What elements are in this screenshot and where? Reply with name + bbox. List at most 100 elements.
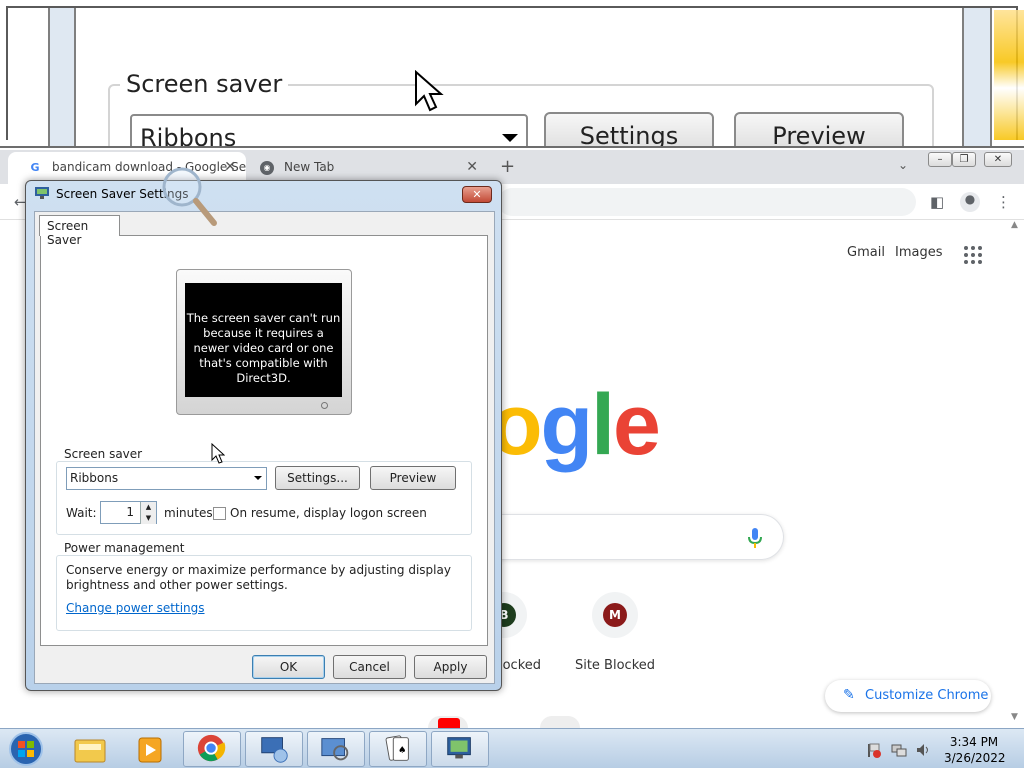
google-apps-icon[interactable] — [963, 245, 983, 265]
wait-value: 1 — [126, 505, 134, 519]
screensaver-preview-monitor: The screen saver can't run because it re… — [176, 269, 352, 415]
magnifier-window-edge-right — [962, 8, 992, 146]
side-panel-icon[interactable]: ◧ — [930, 193, 944, 211]
taskbar-magnifier-button[interactable] — [307, 731, 365, 767]
magnifier-group-label: Screen saver — [120, 70, 289, 98]
minimize-icon[interactable]: – — [928, 152, 952, 167]
magnifier-window-edge-left — [48, 8, 76, 146]
menu-kebab-icon[interactable]: ⋮ — [996, 193, 1011, 211]
cursor-arrow-icon — [415, 70, 444, 112]
google-favicon-icon: G — [30, 161, 40, 174]
taskbar-chrome-button[interactable] — [183, 731, 241, 767]
clock-time: 3:34 PM — [949, 735, 999, 749]
screensaver-group-label: Screen saver — [61, 447, 146, 461]
taskbar-explorer-button[interactable] — [60, 731, 118, 767]
close-icon[interactable]: ✕ — [466, 159, 478, 175]
screensaver-select[interactable]: Ribbons — [66, 467, 267, 490]
shortcut-tile[interactable]: M Site Blocked — [555, 592, 675, 673]
preview-button[interactable]: Preview — [370, 466, 456, 490]
new-tab-plus-icon[interactable]: + — [500, 156, 515, 177]
google-logo-letter: g — [540, 377, 594, 473]
cursor-arrow-icon — [211, 443, 225, 464]
customize-chrome-button[interactable]: ✎ Customize Chrome — [825, 680, 991, 712]
display-settings-icon — [447, 737, 471, 759]
windows-start-icon[interactable] — [4, 730, 48, 768]
google-search-box[interactable] — [470, 514, 784, 560]
settings-button[interactable]: Settings... — [275, 466, 360, 490]
svg-text:♠: ♠ — [398, 745, 406, 756]
google-logo: ogle — [490, 376, 661, 475]
address-bar[interactable] — [498, 188, 916, 216]
pencil-icon: ✎ — [843, 687, 855, 703]
magnifier-view: Screen saver Ribbons Settings Preview — [0, 0, 1024, 148]
customize-chrome-label: Customize Chrome — [865, 688, 989, 703]
taskbar-network-button[interactable] — [245, 731, 303, 767]
volume-icon[interactable] — [915, 742, 931, 758]
clock-date: 3/26/2022 — [944, 751, 1006, 765]
taskbar: ♠ 3:34 PM 3/26/2022 — [0, 728, 1024, 768]
screen-saver-settings-dialog: Screen Saver Settings ✕ Screen Saver The… — [25, 180, 502, 691]
magnifier-app-icon — [321, 738, 349, 761]
screensaver-select-value: Ribbons — [70, 471, 119, 485]
chrome-favicon-icon: ◉ — [260, 161, 274, 175]
magnifier-preview-button: Preview — [734, 112, 904, 146]
scroll-up-icon[interactable]: ▲ — [1011, 220, 1018, 230]
screensaver-preview-message: The screen saver can't run because it re… — [185, 283, 342, 397]
monitor-power-led — [321, 402, 328, 409]
shortcut-initial: M — [603, 603, 627, 627]
magnifier-screensaver-combo: Ribbons — [130, 114, 528, 148]
restore-icon[interactable]: ❐ — [952, 152, 976, 167]
taskbar-solitaire-button[interactable]: ♠ — [369, 731, 427, 767]
cancel-button[interactable]: Cancel — [333, 655, 406, 679]
microphone-icon[interactable] — [748, 528, 762, 548]
ok-button[interactable]: OK — [252, 655, 325, 679]
images-link[interactable]: Images — [895, 245, 943, 260]
network-computer-icon — [261, 737, 288, 763]
wait-label: Wait: — [66, 506, 97, 520]
magnifier-background-strip — [994, 10, 1024, 140]
display-settings-icon — [35, 187, 49, 199]
action-center-flag-icon[interactable] — [866, 742, 882, 758]
scroll-down-icon[interactable]: ▼ — [1011, 712, 1018, 722]
google-logo-letters: ogle — [490, 377, 661, 473]
google-logo-letter: e — [613, 377, 661, 473]
logon-screen-checkbox-label[interactable]: On resume, display logon screen — [230, 506, 427, 520]
gmail-link[interactable]: Gmail — [847, 245, 885, 260]
folder-icon — [74, 739, 106, 763]
power-management-group-label: Power management — [61, 541, 188, 555]
apply-button[interactable]: Apply — [414, 655, 487, 679]
magnifier-lens-icon — [162, 167, 217, 226]
power-description-line1: Conserve energy or maximize performance … — [66, 563, 451, 577]
tab-search-chevron-icon[interactable]: ⌄ — [898, 158, 908, 172]
youtube-shortcut-peek — [428, 716, 468, 728]
taskbar-display-settings-button[interactable] — [431, 731, 489, 767]
youtube-icon — [438, 718, 460, 728]
chrome-tabstrip: G bandicam download - Google Se ✕ ◉ New … — [0, 150, 1024, 184]
spin-up-icon[interactable]: ▲ — [140, 502, 156, 513]
logon-screen-checkbox[interactable] — [213, 507, 226, 520]
media-player-icon — [138, 737, 162, 763]
minutes-label: minutes — [164, 506, 213, 520]
magnifier-combo-value: Ribbons — [140, 124, 237, 148]
close-window-icon[interactable]: ✕ — [984, 152, 1012, 167]
close-icon[interactable]: ✕ — [224, 159, 236, 175]
magnifier-settings-button: Settings — [544, 112, 714, 146]
power-description-line2: brightness and other power settings. — [66, 578, 288, 592]
spin-down-icon[interactable]: ▼ — [140, 513, 156, 524]
google-logo-letter: l — [591, 377, 615, 473]
taskbar-clock[interactable]: 3:34 PM 3/26/2022 — [944, 734, 1006, 766]
chevron-down-icon — [502, 134, 518, 142]
change-power-settings-link[interactable]: Change power settings — [66, 601, 205, 615]
network-icon[interactable] — [891, 742, 907, 758]
chrome-icon — [197, 734, 226, 762]
shortcut-icon: M — [592, 592, 638, 638]
tab-screen-saver[interactable]: Screen Saver — [39, 215, 120, 247]
playing-cards-icon: ♠ — [385, 735, 409, 761]
wait-minutes-spinner[interactable]: 1 ▲ ▼ — [100, 501, 157, 524]
shortcut-label: Site Blocked — [574, 658, 656, 673]
profile-avatar-icon[interactable]: ● — [960, 192, 980, 212]
chevron-down-icon — [254, 476, 262, 480]
taskbar-media-player-button[interactable] — [120, 731, 178, 767]
close-icon[interactable]: ✕ — [462, 186, 492, 203]
shortcut-peek — [540, 716, 580, 728]
